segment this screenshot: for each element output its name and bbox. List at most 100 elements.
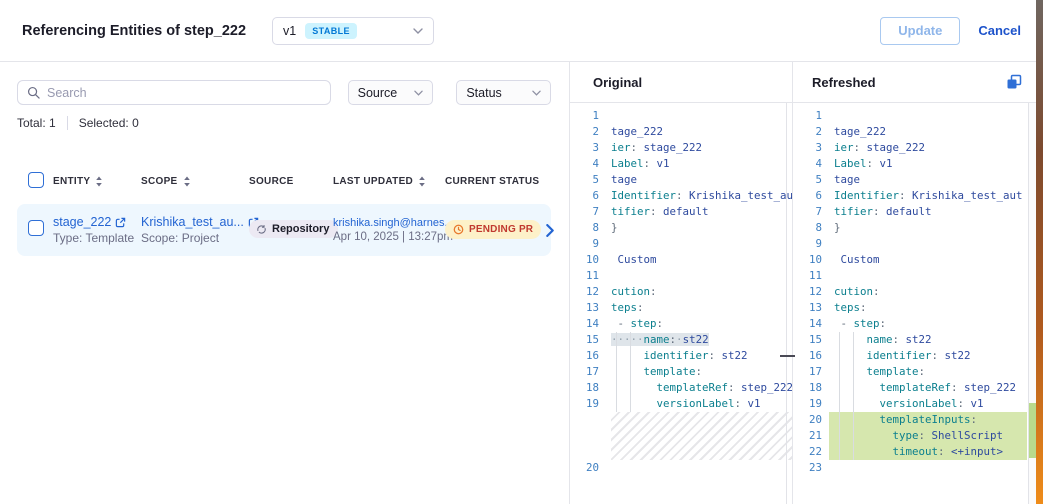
chevron-down-icon: [532, 90, 541, 96]
external-link-icon[interactable]: [115, 217, 126, 228]
chevron-down-icon: [414, 90, 423, 96]
code-line: 15·····name:·st22: [570, 332, 792, 348]
cancel-button[interactable]: Cancel: [978, 23, 1021, 38]
diff-headers: Original Refreshed: [570, 62, 1036, 103]
table-row[interactable]: stage_222 Type: Template Krishika_test_a…: [17, 204, 551, 256]
search-input[interactable]: [47, 86, 321, 100]
repository-icon: [256, 224, 267, 235]
original-code-pane[interactable]: 12tage_2223ier: stage_2224Label: v15tage…: [570, 103, 793, 504]
indent-guide: [839, 332, 840, 348]
line-number: 2: [793, 124, 829, 140]
line-number: 12: [793, 284, 829, 300]
entity-type: Type: Template: [53, 231, 141, 245]
indent-guide: [630, 380, 631, 396]
version-dropdown[interactable]: v1 STABLE: [272, 17, 434, 45]
line-number: 9: [793, 236, 829, 252]
version-stability-badge: STABLE: [305, 23, 357, 39]
entity-cell: stage_222 Type: Template: [53, 215, 141, 245]
totals-divider: [67, 116, 68, 130]
refreshed-code-pane[interactable]: 12tage_2223ier: stage_2224Label: v15tage…: [793, 103, 1036, 504]
code-line: 2tage_222: [793, 124, 1036, 140]
column-label: SCOPE: [141, 176, 178, 187]
indent-guide: [853, 428, 854, 444]
line-number: 15: [570, 332, 606, 348]
indent-guide: [853, 348, 854, 364]
line-number: 2: [570, 124, 606, 140]
code-line: 11: [570, 268, 792, 284]
code-line: 6Identifier: Krishika_test_aut: [570, 188, 792, 204]
line-number: 4: [570, 156, 606, 172]
line-number: 12: [570, 284, 606, 300]
line-number: 4: [793, 156, 829, 172]
code-line: 14 - step:: [570, 316, 792, 332]
sort-icon[interactable]: [95, 176, 103, 187]
sort-icon[interactable]: [418, 176, 426, 187]
indent-guide: [853, 412, 854, 428]
line-number: 20: [570, 460, 606, 476]
indent-guide: [839, 364, 840, 380]
line-number: 10: [793, 252, 829, 268]
line-number: 5: [793, 172, 829, 188]
original-title: Original: [593, 75, 642, 90]
code-line: 7tifier: default: [793, 204, 1036, 220]
line-number: 23: [793, 460, 829, 476]
line-number: 19: [793, 396, 829, 412]
code-line: 16 identifier: st22: [570, 348, 792, 364]
selected-count: Selected: 0: [79, 116, 139, 130]
line-number: 22+: [793, 444, 829, 460]
code-line: 18 templateRef: step_222: [570, 380, 792, 396]
dialog-body: Source Status Total: 1 Selected: 0: [0, 62, 1043, 504]
code-line: 15 name: st22: [793, 332, 1036, 348]
row-checkbox[interactable]: [28, 220, 44, 236]
code-line: 7tifier: default: [570, 204, 792, 220]
diff-filler: [570, 412, 792, 460]
column-header-updated[interactable]: LAST UPDATED: [333, 176, 445, 187]
code-line: 22+ timeout: <+input>: [793, 444, 1036, 460]
diff-panes: 12tage_2223ier: stage_2224Label: v15tage…: [570, 103, 1036, 504]
status-filter-label: Status: [466, 86, 501, 100]
column-label: LAST UPDATED: [333, 176, 413, 187]
source-filter-dropdown[interactable]: Source: [348, 80, 434, 105]
entity-link[interactable]: stage_222: [53, 215, 111, 229]
line-number: 9: [570, 236, 606, 252]
total-count: Total: 1: [17, 116, 56, 130]
line-number: 14: [793, 316, 829, 332]
filters-toolbar: Source Status: [17, 80, 551, 105]
line-number: 18: [570, 380, 606, 396]
original-header: Original: [570, 62, 793, 102]
column-header-entity[interactable]: ENTITY: [53, 176, 141, 187]
updated-by: krishika.singh@harnes...: [333, 217, 454, 229]
line-number: 6: [570, 188, 606, 204]
status-filter-dropdown[interactable]: Status: [456, 80, 551, 105]
source-badge-label: Repository: [272, 223, 329, 235]
yaml-diff-panel: Original Refreshed 12tage_2223ier: stage…: [570, 62, 1036, 504]
column-header-scope[interactable]: SCOPE: [141, 176, 249, 187]
line-number: 11: [570, 268, 606, 284]
code-line: 5tage: [793, 172, 1036, 188]
sort-icon[interactable]: [183, 176, 191, 187]
scope-link[interactable]: Krishika_test_au...: [141, 215, 244, 229]
indent-guide: [630, 348, 631, 364]
column-label: SOURCE: [249, 176, 294, 187]
status-badge[interactable]: PENDING PR: [445, 220, 541, 239]
copy-button[interactable]: [1006, 74, 1022, 90]
code-line: 3ier: stage_222: [793, 140, 1036, 156]
code-line: 8}: [793, 220, 1036, 236]
chevron-down-icon: [413, 28, 423, 34]
select-all-checkbox[interactable]: [28, 172, 44, 188]
code-line: 8}: [570, 220, 792, 236]
code-line: 18 templateRef: step_222: [793, 380, 1036, 396]
update-button[interactable]: Update: [880, 17, 960, 45]
code-line: 10 Custom: [793, 252, 1036, 268]
line-number: 1: [793, 108, 829, 124]
totals-row: Total: 1 Selected: 0: [17, 116, 551, 130]
line-number: 7: [570, 204, 606, 220]
code-line: 20: [570, 460, 792, 476]
clock-icon: [453, 224, 464, 235]
expand-row-button[interactable]: [545, 224, 555, 237]
line-number: 20+: [793, 412, 829, 428]
chevron-right-icon: [545, 224, 555, 237]
code-line: 11: [793, 268, 1036, 284]
line-number: 3: [570, 140, 606, 156]
code-line: 13teps:: [570, 300, 792, 316]
